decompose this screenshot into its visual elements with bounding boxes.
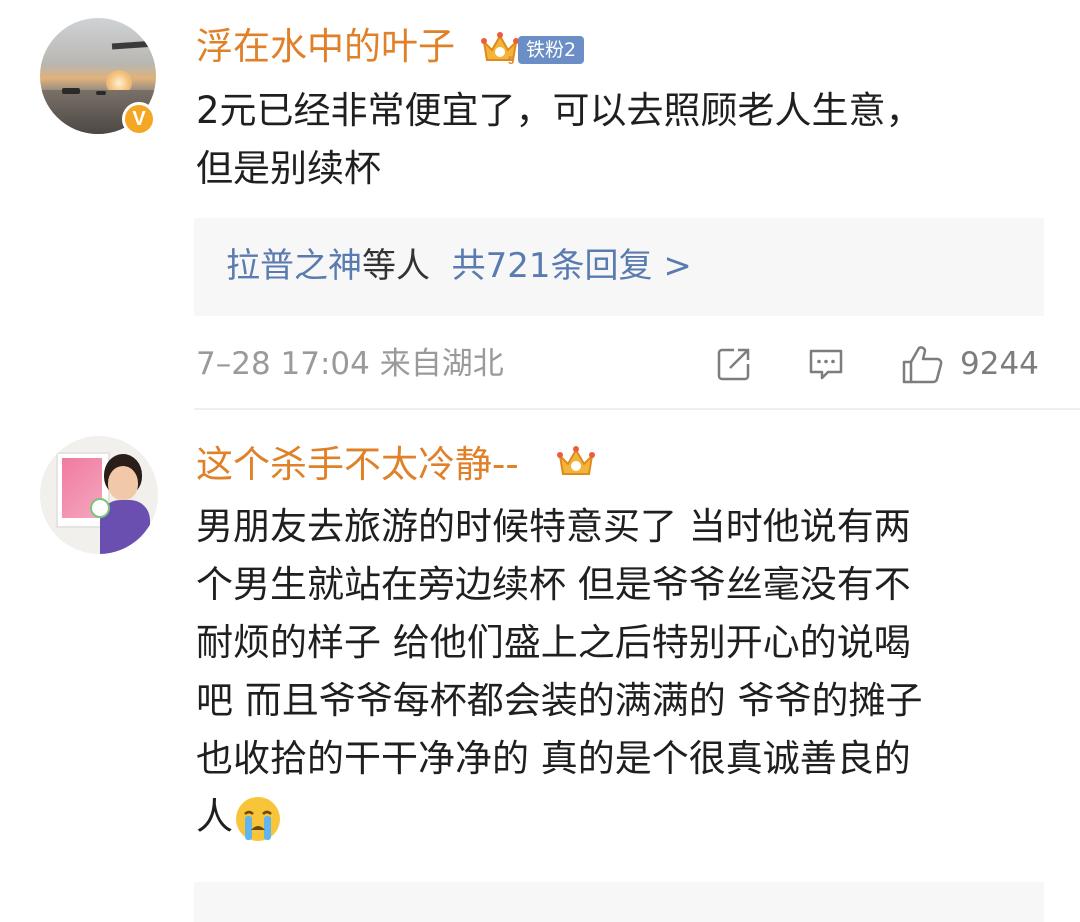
avatar-sign [90, 498, 110, 518]
reply-count-link[interactable]: 共721条回复 > [452, 246, 692, 286]
username[interactable]: 浮在水中的叶子 [196, 28, 455, 65]
replies-preview[interactable] [194, 882, 1044, 922]
fan-badge: 铁粉2 [518, 36, 585, 64]
replies-preview[interactable]: 拉普之神等人 共721条回复 > [194, 218, 1044, 316]
avatar-boat [62, 88, 80, 94]
comment-text: 男朋友去旅游的时候特意买了 当时他说有两 个男生就站在旁边续杯 但是爷爷丝毫没有… [196, 498, 1046, 846]
reply-user-link[interactable]: 拉普之神 [226, 246, 362, 286]
comment-item: 这个杀手不太冷静-- 男朋友去旅游的时候特意买了 当时他说有两 个男生就站在旁边… [0, 410, 1080, 922]
avatar-boat [96, 91, 106, 95]
verified-badge-icon: V [122, 102, 156, 136]
crown-icon [557, 446, 595, 475]
reply-suffix: 等人 [362, 246, 430, 286]
avatar-person-head [108, 466, 138, 500]
comment-text-body: 男朋友去旅游的时候特意买了 当时他说有两 个男生就站在旁边续杯 但是爷爷丝毫没有… [196, 505, 923, 838]
like-count: 9244 [960, 346, 1039, 382]
crying-face-emoji-icon [236, 796, 280, 841]
avatar[interactable] [40, 436, 158, 554]
comment-meta: 7–28 17:04 来自湖北 [196, 346, 504, 382]
replies-summary: 拉普之神等人 共721条回复 > [226, 246, 692, 286]
crown-icon: 5 [481, 32, 519, 66]
comment-item: V 浮在水中的叶子 5 铁粉2 2元已经非常便宜了，可以去照顾老人生意， 但是别… [0, 0, 1080, 410]
avatar-wing [111, 40, 156, 50]
crown-level: 5 [508, 55, 514, 66]
like-icon[interactable] [900, 342, 944, 386]
comment-text: 2元已经非常便宜了，可以去照顾老人生意， 但是别续杯 [196, 89, 923, 190]
share-icon[interactable] [714, 344, 754, 384]
comment-icon[interactable] [806, 344, 846, 384]
username[interactable]: 这个杀手不太冷静-- [196, 446, 519, 483]
